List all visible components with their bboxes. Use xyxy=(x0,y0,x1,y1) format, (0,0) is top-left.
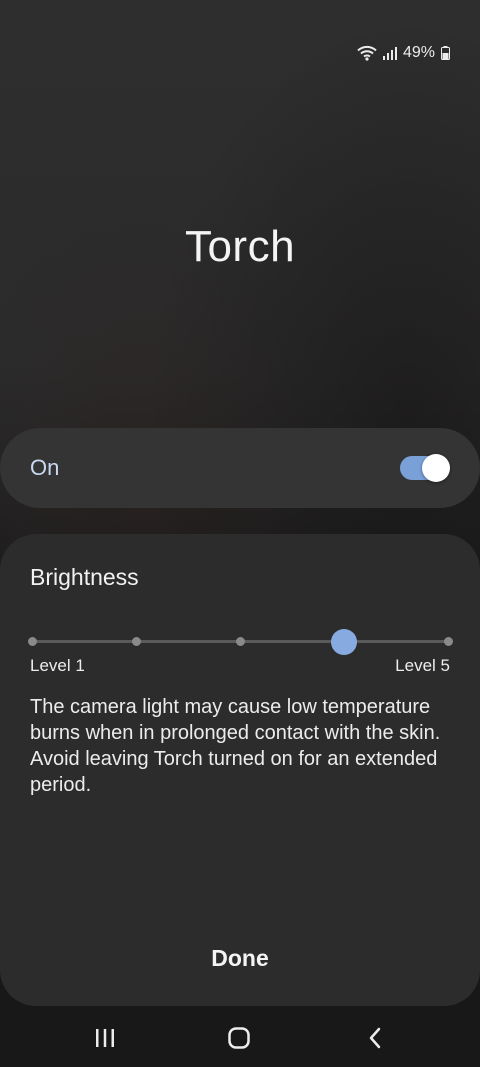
home-icon[interactable] xyxy=(227,1026,251,1050)
back-icon[interactable] xyxy=(364,1026,388,1050)
brightness-panel: Brightness Level 1 Level 5 The camera li… xyxy=(0,534,480,1006)
brightness-slider[interactable] xyxy=(27,629,453,655)
wifi-icon xyxy=(357,45,377,61)
page-title: Torch xyxy=(184,222,296,271)
battery-icon xyxy=(441,46,450,60)
level-min-label: Level 1 xyxy=(30,656,85,675)
slider-stop-level-2[interactable] xyxy=(131,637,141,646)
torch-switch[interactable] xyxy=(400,454,450,482)
slider-thumb[interactable] xyxy=(331,629,357,655)
signal-icon xyxy=(382,46,397,60)
recents-icon[interactable] xyxy=(93,1026,117,1050)
done-button[interactable]: Done xyxy=(190,940,290,976)
warning-text: The camera light may cause low temperatu… xyxy=(30,696,441,796)
slider-stop-level-1[interactable] xyxy=(27,637,37,646)
battery-percent: 49% xyxy=(402,44,435,61)
slider-stop-level-5[interactable] xyxy=(443,637,453,646)
status-bar: 49% xyxy=(357,40,450,66)
brightness-label: Brightness xyxy=(30,564,139,590)
slider-stop-level-3[interactable] xyxy=(235,637,245,646)
switch-knob xyxy=(422,454,450,482)
torch-toggle-row[interactable]: On xyxy=(0,428,480,508)
level-max-label: Level 5 xyxy=(395,656,450,675)
navigation-bar xyxy=(0,1012,480,1062)
toggle-label: On xyxy=(30,455,60,480)
